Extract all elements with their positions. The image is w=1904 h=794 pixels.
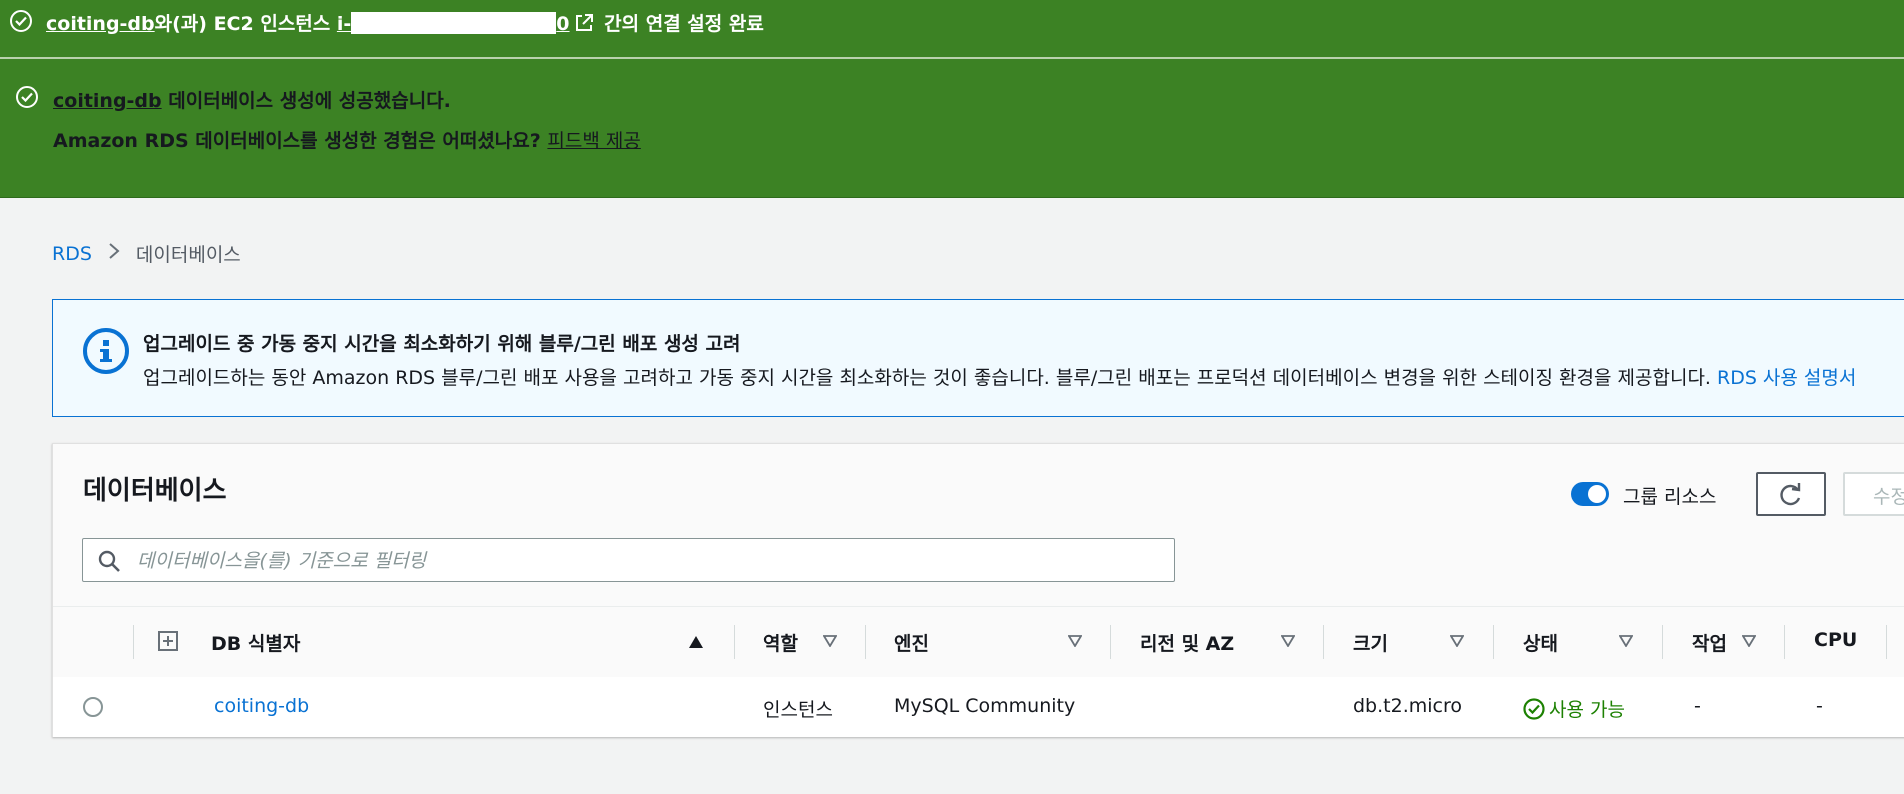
engine-cell: MySQL Community <box>894 695 1076 717</box>
size-cell: db.t2.micro <box>1353 695 1462 717</box>
connection-middle-text: 와(과) EC2 인스턴스 <box>154 13 337 35</box>
search-field[interactable] <box>82 538 1175 582</box>
column-header-size[interactable]: 크기 <box>1353 629 1388 656</box>
refresh-button[interactable] <box>1756 472 1826 516</box>
table-header: DB 식별자 역할 엔진 리전 및 AZ 크기 상태 작업 CPU <box>53 606 1904 678</box>
sort-ascending-icon[interactable] <box>688 635 704 649</box>
sort-icon[interactable] <box>1619 635 1633 647</box>
sort-icon[interactable] <box>1068 635 1082 647</box>
creation-success-message: coiting-db 데이터베이스 생성에 성공했습니다. <box>53 86 451 113</box>
alert-body: 업그레이드하는 동안 Amazon RDS 블루/그린 배포 사용을 고려하고 … <box>143 363 1856 390</box>
group-resources-label: 그룹 리소스 <box>1623 486 1717 508</box>
feedback-link[interactable]: 피드백 제공 <box>547 130 640 152</box>
column-header-engine[interactable]: 엔진 <box>894 629 929 656</box>
group-resources-toggle[interactable] <box>1571 482 1609 506</box>
check-circle-icon <box>16 86 38 108</box>
databases-panel: 데이터베이스 그룹 리소스 수정 DB 식별자 역할 엔진 <box>52 443 1904 737</box>
column-header-status[interactable]: 상태 <box>1523 629 1558 656</box>
redacted-instance-id <box>351 12 557 34</box>
breadcrumb: RDS 데이터베이스 <box>52 240 241 267</box>
actions-cell: - <box>1694 695 1701 717</box>
panel-title: 데이터베이스 <box>83 476 227 506</box>
feedback-prompt-text: Amazon RDS 데이터베이스를 생성한 경험은 어떠셨나요? <box>53 130 548 152</box>
column-divider <box>1784 625 1785 659</box>
column-divider <box>734 625 735 659</box>
column-divider <box>133 625 134 659</box>
sort-icon[interactable] <box>1281 635 1295 647</box>
row-select-radio[interactable] <box>83 697 103 717</box>
column-divider <box>1886 625 1887 659</box>
external-link-icon[interactable] <box>574 13 594 38</box>
column-divider <box>865 625 866 659</box>
table-row[interactable]: coiting-db 인스턴스 MySQL Community db.t2.mi… <box>53 677 1904 737</box>
status-cell: 사용 가능 <box>1523 695 1625 722</box>
info-icon <box>83 328 129 374</box>
search-input[interactable] <box>135 545 1139 577</box>
breadcrumb-current: 데이터베이스 <box>135 244 241 266</box>
column-divider <box>1493 625 1494 659</box>
connection-success-flash: coiting-db와(과) EC2 인스턴스 i- 0 간의 연결 설정 완료 <box>0 0 1904 59</box>
breadcrumb-rds-link[interactable]: RDS <box>52 243 92 265</box>
alert-body-text: 업그레이드하는 동안 Amazon RDS 블루/그린 배포 사용을 고려하고 … <box>143 367 1717 389</box>
alert-title: 업그레이드 중 가동 중지 시간을 최소화하기 위해 블루/그린 배포 생성 고… <box>143 333 741 355</box>
db-link[interactable]: coiting-db <box>53 90 162 112</box>
feedback-prompt: Amazon RDS 데이터베이스를 생성한 경험은 어떠셨나요? 피드백 제공 <box>53 126 641 153</box>
column-header-region-az[interactable]: 리전 및 AZ <box>1140 629 1234 656</box>
sort-icon[interactable] <box>823 635 837 647</box>
check-circle-icon <box>10 10 32 32</box>
role-cell: 인스턴스 <box>763 699 833 721</box>
instance-id-prefix: i- <box>336 13 352 35</box>
sort-icon[interactable] <box>1742 635 1756 647</box>
status-available-icon <box>1523 698 1545 720</box>
chevron-right-icon <box>108 241 120 266</box>
column-header-actions[interactable]: 작업 <box>1692 629 1727 656</box>
modify-button[interactable]: 수정 <box>1843 472 1904 516</box>
creation-message-text: 데이터베이스 생성에 성공했습니다. <box>161 90 451 112</box>
column-header-db-id[interactable]: DB 식별자 <box>211 629 300 656</box>
db-identifier-link[interactable]: coiting-db <box>214 695 309 717</box>
instance-link[interactable]: i- 0 <box>336 12 570 35</box>
column-divider <box>1323 625 1324 659</box>
column-divider <box>1662 625 1663 659</box>
connection-suffix-text: 간의 연결 설정 완료 <box>597 13 764 35</box>
connection-success-message: coiting-db와(과) EC2 인스턴스 i- 0 간의 연결 설정 완료 <box>46 9 764 38</box>
rds-user-guide-link[interactable]: RDS 사용 설명서 <box>1717 367 1856 389</box>
refresh-icon <box>1780 483 1801 506</box>
cpu-cell: - <box>1816 695 1823 717</box>
sort-icon[interactable] <box>1450 635 1464 647</box>
search-icon <box>98 550 120 572</box>
column-header-role[interactable]: 역할 <box>763 629 798 656</box>
instance-id-suffix: 0 <box>556 13 570 35</box>
column-header-cpu[interactable]: CPU <box>1814 629 1857 651</box>
status-text: 사용 가능 <box>1549 699 1625 721</box>
expand-all-icon[interactable] <box>158 631 178 651</box>
db-link[interactable]: coiting-db <box>46 13 155 35</box>
blue-green-info-alert: 업그레이드 중 가동 중지 시간을 최소화하기 위해 블루/그린 배포 생성 고… <box>52 299 1904 417</box>
toggle-knob <box>1588 485 1606 503</box>
column-divider <box>1110 625 1111 659</box>
